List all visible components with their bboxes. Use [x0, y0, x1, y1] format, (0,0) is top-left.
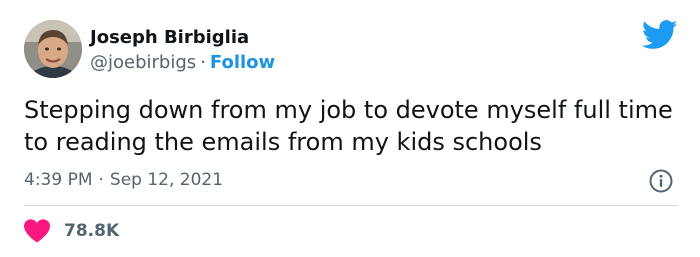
heart-icon[interactable] — [24, 219, 50, 243]
twitter-bird-icon[interactable] — [641, 20, 678, 50]
like-count: 78.8K — [64, 221, 120, 241]
tweet-date[interactable]: Sep 12, 2021 — [110, 170, 223, 190]
tweet-card: Joseph Birbiglia @joebirbigs · Follow Step… — [0, 0, 700, 257]
author-name[interactable]: Joseph Birbiglia — [90, 27, 249, 48]
info-icon[interactable] — [648, 168, 674, 194]
author-handle[interactable]: @joebirbigs — [90, 52, 196, 73]
divider — [24, 205, 678, 206]
separator-dot: · — [98, 170, 104, 190]
follow-button[interactable]: Follow — [210, 52, 275, 73]
separator-dot: · — [200, 52, 206, 73]
author-handle-row: @joebirbigs · Follow — [90, 52, 275, 73]
avatar[interactable] — [24, 20, 82, 78]
tweet-timestamp[interactable]: 4:39 PM · Sep 12, 2021 — [24, 170, 223, 190]
tweet-time[interactable]: 4:39 PM — [24, 170, 93, 190]
tweet-text: Stepping down from my job to devote myse… — [24, 96, 673, 156]
like-button[interactable]: 78.8K — [24, 218, 119, 244]
